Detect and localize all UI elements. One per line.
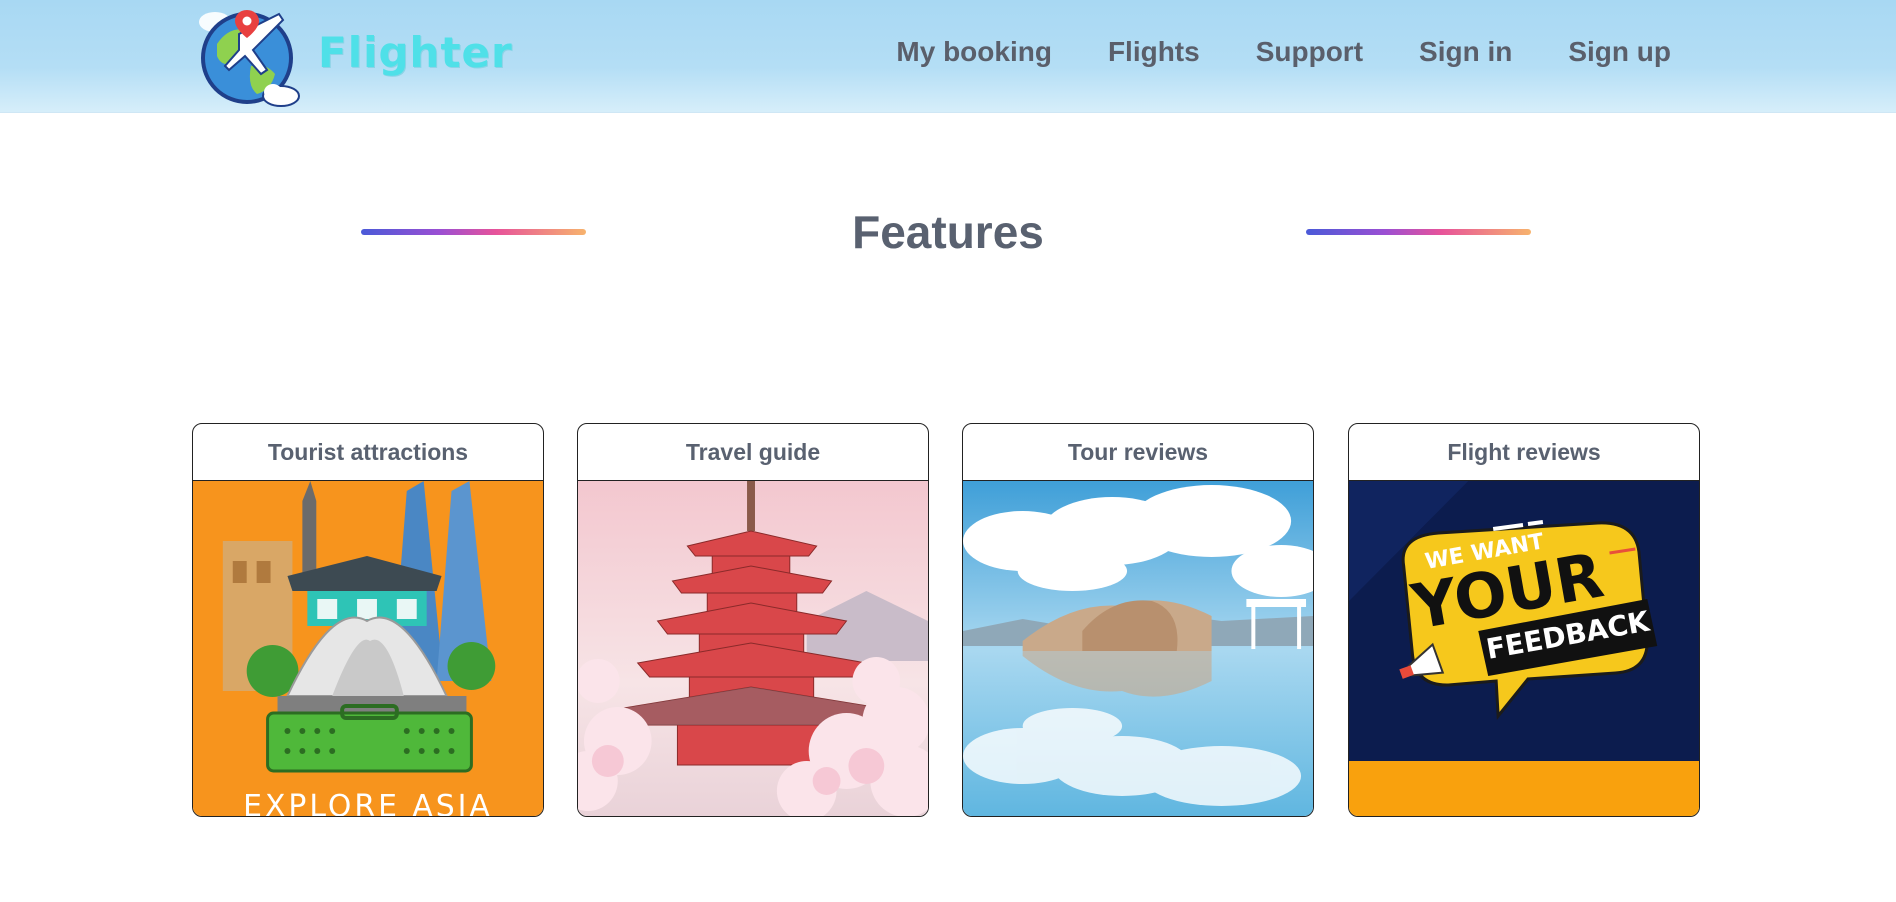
card-title: Travel guide <box>578 424 928 481</box>
nav-my-booking[interactable]: My booking <box>896 36 1052 68</box>
card-image-feedback: WE WANT YOUR FEEDBACK <box>1349 481 1699 816</box>
feature-card-travel-guide[interactable]: Travel guide <box>577 423 929 817</box>
nav-support[interactable]: Support <box>1256 36 1363 68</box>
card-image-explore-asia: EXPLORE ASIA <box>193 481 543 817</box>
card-title: Tourist attractions <box>193 424 543 481</box>
header: Flighter My booking Flights Support Sign… <box>0 0 1896 113</box>
feature-card-tour-reviews[interactable]: Tour reviews <box>962 423 1314 817</box>
card-title: Flight reviews <box>1349 424 1699 481</box>
card-title: Tour reviews <box>963 424 1313 481</box>
brand-name[interactable]: Flighter <box>318 28 513 77</box>
nav-flights[interactable]: Flights <box>1108 36 1200 68</box>
card-image-lake <box>963 481 1313 816</box>
nav-sign-in[interactable]: Sign in <box>1419 36 1512 68</box>
title-decoration-right <box>1306 229 1531 235</box>
feature-card-flight-reviews[interactable]: Flight reviews WE WANT YOUR FEEDBACK <box>1348 423 1700 817</box>
globe-plane-logo-icon[interactable] <box>195 4 303 108</box>
explore-asia-caption: EXPLORE ASIA <box>243 789 493 817</box>
card-image-pagoda <box>578 481 928 816</box>
main-nav: My booking Flights Support Sign in Sign … <box>896 36 1671 68</box>
section-title: Features <box>852 206 1044 258</box>
nav-sign-up[interactable]: Sign up <box>1568 36 1671 68</box>
feature-card-tourist-attractions[interactable]: Tourist attractions EXPLORE ASIA <box>192 423 544 817</box>
